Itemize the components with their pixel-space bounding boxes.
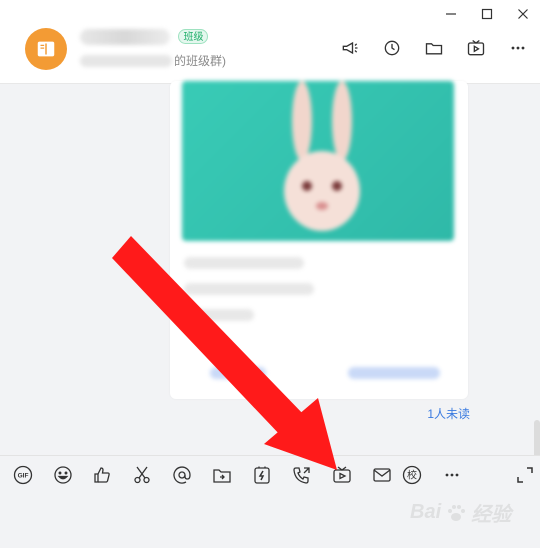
window-controls [442, 6, 532, 22]
card-image [182, 81, 454, 241]
at-icon [173, 466, 191, 484]
announcement-button[interactable] [338, 36, 362, 60]
maximize-icon [481, 8, 493, 20]
card-action-left[interactable] [210, 367, 266, 379]
gif-button[interactable]: GIF [12, 464, 34, 486]
phone-icon [293, 467, 310, 484]
expand-input-button[interactable] [514, 464, 536, 486]
group-title-area: 班级 的班级群) [80, 28, 226, 69]
school-label: 校 [407, 469, 417, 482]
chat-area[interactable]: 1人未读 [0, 81, 540, 460]
gif-label: GIF [18, 473, 29, 480]
flash-icon [254, 466, 270, 484]
gif-icon: GIF [13, 465, 33, 485]
live-tv-button[interactable] [331, 464, 353, 486]
toolbar-more-button[interactable] [441, 464, 463, 486]
live-tv-icon [333, 466, 351, 483]
close-icon [518, 9, 528, 19]
card-actions [210, 367, 440, 379]
card-action-right[interactable] [348, 367, 440, 379]
file-button[interactable] [211, 464, 233, 486]
book-icon [37, 41, 55, 57]
more-icon [511, 46, 525, 50]
watermark-text: Bai [410, 501, 442, 523]
files-button[interactable] [422, 36, 446, 60]
subtitle-blurred [80, 54, 172, 67]
unread-status-link[interactable]: 1人未读 [427, 405, 470, 422]
school-icon: 校 [402, 465, 422, 485]
like-button[interactable] [91, 464, 113, 486]
header-toolbar [338, 36, 530, 60]
watermark-suffix: 经验 [471, 504, 512, 526]
school-button[interactable]: 校 [401, 464, 423, 486]
history-icon [384, 40, 400, 56]
input-toolbar: GIF 校 [0, 455, 540, 495]
scissors-icon [134, 466, 150, 484]
call-button[interactable] [291, 464, 313, 486]
emoji-button[interactable] [52, 464, 74, 486]
paw-icon [448, 504, 466, 521]
live-button[interactable] [464, 36, 488, 60]
minimize-icon [446, 13, 456, 15]
card-text-blurred [184, 257, 452, 335]
shared-message-card[interactable] [170, 81, 468, 399]
watermark: Bai 经验 [410, 498, 511, 527]
mention-button[interactable] [171, 464, 193, 486]
group-subtitle: 的班级群) [80, 52, 226, 69]
chat-scrollbar[interactable] [534, 420, 540, 460]
minimize-button[interactable] [442, 6, 460, 22]
mail-icon [373, 468, 391, 482]
subtitle-suffix: 的班级群) [174, 54, 226, 68]
more-icon [445, 473, 459, 477]
screenshot-button[interactable] [131, 464, 153, 486]
history-button[interactable] [380, 36, 404, 60]
close-button[interactable] [514, 6, 532, 22]
flash-button[interactable] [251, 464, 273, 486]
folder-icon [425, 43, 443, 55]
class-badge: 班级 [178, 29, 209, 45]
mail-button[interactable] [371, 464, 393, 486]
file-icon [213, 469, 231, 483]
rabbit-illustration [284, 81, 360, 231]
live-video-icon [467, 39, 485, 56]
maximize-button[interactable] [478, 6, 496, 22]
header-more-button[interactable] [506, 36, 530, 60]
announcement-icon [342, 41, 358, 55]
expand-icon [517, 467, 533, 483]
group-name-blurred [80, 28, 170, 45]
thumbs-up-icon [94, 467, 110, 483]
emoji-icon [54, 466, 72, 484]
group-avatar[interactable] [25, 28, 67, 70]
